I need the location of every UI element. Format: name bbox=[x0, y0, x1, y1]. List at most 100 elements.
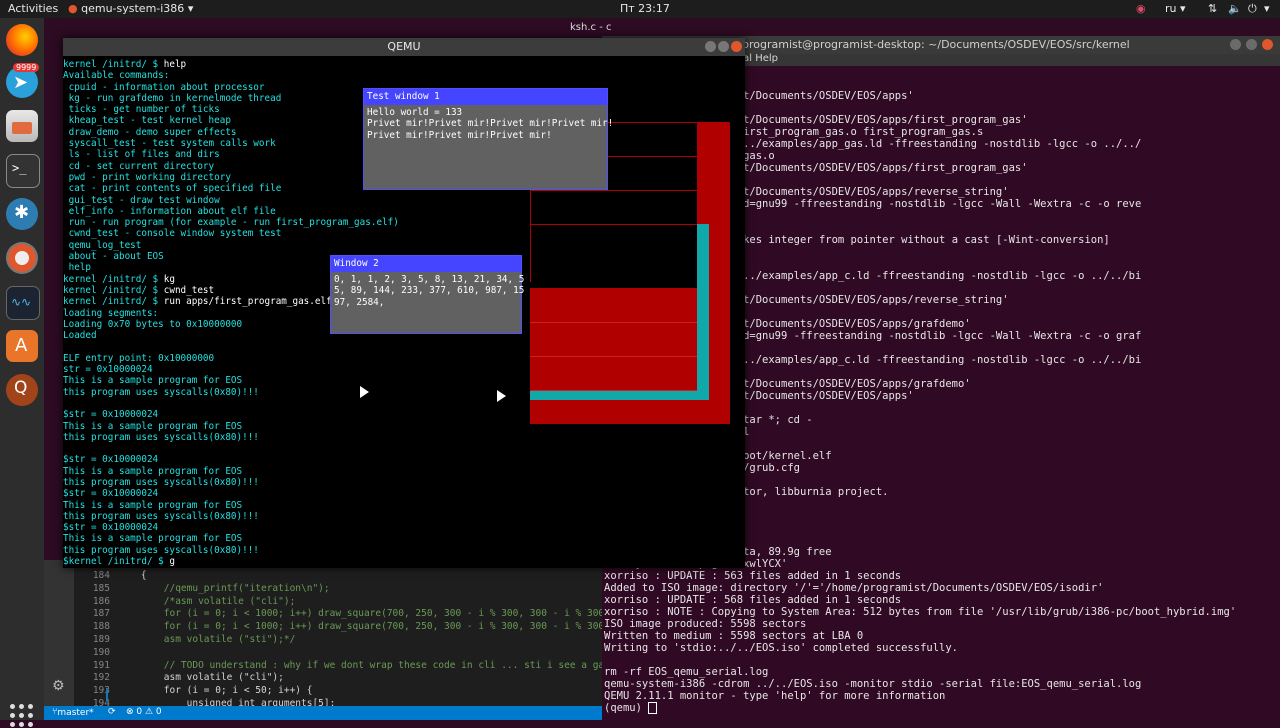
window-2[interactable]: Window 2 0, 1, 1, 2, 3, 5, 8, 13, 21, 34… bbox=[330, 255, 525, 334]
terminal-line: Writing to 'stdio:../../EOS.iso' complet… bbox=[604, 642, 959, 654]
qemu-icon: ● bbox=[68, 2, 78, 15]
power-icon[interactable]: ⏻ bbox=[1248, 2, 1257, 16]
terminal-cursor bbox=[648, 702, 658, 714]
code-text: for (i = 0; i < 1000; i++) draw_square(7… bbox=[118, 608, 602, 620]
editor-code[interactable]: 184 {185 //qemu_printf("iteration\n"); 18… bbox=[88, 570, 602, 711]
window-text-line: 5, 89, 144, 233, 377, 610, 987, 15 bbox=[334, 285, 525, 297]
terminal-line: qemu-system-i386 -cdrom ../../EOS.iso -m… bbox=[604, 678, 1142, 690]
update-icon[interactable]: ◉ bbox=[1136, 2, 1146, 15]
console-line: qemu_log_test bbox=[63, 239, 142, 251]
red-block bbox=[530, 288, 697, 390]
show-applications-icon[interactable] bbox=[10, 704, 34, 728]
maximize-button[interactable] bbox=[1246, 39, 1257, 50]
line-number: 188 bbox=[92, 621, 110, 633]
code-line[interactable]: 185 //qemu_printf("iteration\n"); bbox=[88, 583, 602, 596]
qemu-title: QEMU bbox=[387, 40, 421, 53]
activities-button[interactable]: Activities bbox=[8, 2, 58, 15]
code-line[interactable]: 187 for (i = 0; i < 1000; i++) draw_squa… bbox=[88, 608, 602, 621]
gear-icon[interactable]: ⚙ bbox=[52, 678, 65, 694]
code-line[interactable]: 189 asm volatile ("sti");*/ bbox=[88, 634, 602, 647]
console-line: $kernel /initrd/ $ g bbox=[63, 556, 175, 568]
mouse-cursor-icon bbox=[360, 386, 369, 398]
file-manager-icon[interactable] bbox=[6, 110, 38, 142]
console-line: this program uses syscalls(0x80)!!! bbox=[63, 476, 259, 488]
terminal-line: (qemu) bbox=[604, 702, 1280, 714]
mouse-cursor-icon bbox=[497, 390, 506, 402]
shell-prompt: kernel /initrd/ $ bbox=[63, 284, 164, 296]
console-line: this program uses syscalls(0x80)!!! bbox=[63, 431, 259, 443]
close-button[interactable] bbox=[1262, 39, 1273, 50]
code-text: asm volatile ("cli"); bbox=[118, 672, 284, 684]
app-menu[interactable]: ● qemu-system-i386 ▾ bbox=[68, 2, 193, 15]
line-number: 187 bbox=[92, 608, 110, 620]
maximize-button[interactable] bbox=[718, 41, 729, 52]
console-line: this program uses syscalls(0x80)!!! bbox=[63, 510, 259, 522]
chevron-down-icon[interactable]: ▾ bbox=[1264, 2, 1270, 15]
terminal-icon[interactable]: >_ bbox=[6, 154, 40, 188]
window-title[interactable]: Test window 1 bbox=[364, 89, 607, 105]
qemu-window[interactable]: QEMU kernel /initrd/ $ help Available com… bbox=[63, 38, 745, 568]
clock[interactable]: Пт 23:17 bbox=[620, 2, 670, 15]
shell-prompt: kernel /initrd/ $ bbox=[63, 273, 164, 285]
sync-icon[interactable]: ⟳ bbox=[108, 707, 116, 717]
terminal-line: rm -rf EOS_qemu_serial.log bbox=[604, 666, 769, 678]
window-text-line: 0, 1, 1, 2, 3, 5, 8, 13, 21, 34, 5 bbox=[334, 274, 525, 285]
code-text: { bbox=[118, 570, 147, 581]
monitor-icon[interactable]: ∿∿ bbox=[6, 286, 40, 320]
code-line[interactable]: 190 bbox=[88, 647, 602, 660]
window-text-line: Privet mir!Privet mir!Privet mir! bbox=[367, 129, 552, 141]
qemu-titlebar: QEMU bbox=[63, 38, 745, 56]
terminal-line: xorriso : NOTE : Copying to System Area:… bbox=[604, 606, 1237, 618]
settings-icon[interactable] bbox=[6, 242, 38, 274]
dock: ➤ 9999 >_ ✱ ∿∿ A Q bbox=[0, 18, 44, 727]
line-number: 190 bbox=[92, 646, 110, 658]
console-line: This is a sample program for EOS bbox=[63, 499, 243, 511]
system-icon[interactable]: ✱ bbox=[6, 198, 38, 230]
code-editor[interactable]: ⚙ 184 {185 //qemu_printf("iteration\n");… bbox=[44, 560, 602, 709]
window-text-line: 97, 2584, bbox=[334, 296, 385, 308]
problems-indicator[interactable]: ⊗ 0 ⚠ 0 bbox=[126, 707, 162, 717]
code-line[interactable]: 191 // TODO understand : why if we dont … bbox=[88, 660, 602, 673]
qemu-icon[interactable]: Q bbox=[6, 374, 38, 406]
shell-prompt: kernel /initrd/ $ bbox=[63, 296, 164, 308]
console-line: $str = 0x10000024 bbox=[63, 454, 159, 466]
minimize-button[interactable] bbox=[1230, 39, 1241, 50]
code-line[interactable]: 184 { bbox=[88, 570, 602, 583]
code-line[interactable]: 186 /*asm volatile ("cli"); bbox=[88, 596, 602, 609]
terminal-title: programist@programist-desktop: ~/Documen… bbox=[742, 38, 1130, 51]
code-text: /*asm volatile ("cli"); bbox=[118, 595, 296, 607]
test-window-1[interactable]: Test window 1 Hello world = 133 Privet mi… bbox=[363, 88, 613, 190]
code-line[interactable]: 193 for (i = 0; i < 50; i++) { bbox=[88, 685, 602, 698]
teal-bar bbox=[697, 224, 709, 400]
language-indicator[interactable]: ru ▾ bbox=[1165, 2, 1186, 15]
console-line: this program uses syscalls(0x80)!!! bbox=[63, 544, 259, 556]
code-line[interactable]: 188 for (i = 0; i < 1000; i++) draw_squa… bbox=[88, 621, 602, 634]
firefox-icon[interactable] bbox=[6, 24, 38, 56]
window-title[interactable]: Window 2 bbox=[331, 256, 521, 272]
volume-icon[interactable]: 🔈 bbox=[1228, 2, 1242, 15]
code-text: // TODO understand : why if we dont wrap… bbox=[118, 659, 602, 671]
minimize-button[interactable] bbox=[705, 41, 716, 52]
line-number: 192 bbox=[92, 672, 110, 684]
console-line: cwnd_test - console window system test bbox=[63, 228, 282, 240]
terminal-line: Written to medium : 5598 sectors at LBA … bbox=[604, 630, 864, 642]
console-line: This is a sample program for EOS bbox=[63, 533, 243, 545]
console-line: This is a sample program for EOS bbox=[63, 465, 243, 477]
terminal-line: ISO image produced: 5598 sectors bbox=[604, 618, 807, 630]
shell-prompt: $kernel /initrd/ $ bbox=[63, 556, 170, 568]
top-bar: Activities ● qemu-system-i386 ▾ Пт 23:17… bbox=[0, 0, 1280, 18]
background-window-title: ksh.c - c bbox=[570, 22, 612, 33]
code-line[interactable]: 192 asm volatile ("cli"); bbox=[88, 672, 602, 685]
code-text: for (i = 0; i < 1000; i++) draw_square(7… bbox=[118, 621, 602, 633]
close-button[interactable] bbox=[731, 41, 742, 52]
terminal-line: xorriso : UPDATE : 563 files added in 1 … bbox=[604, 570, 902, 582]
branch-indicator[interactable]: ⑂ master* bbox=[52, 707, 94, 718]
line-number: 186 bbox=[92, 595, 110, 607]
software-store-icon[interactable]: A bbox=[6, 330, 38, 362]
console-line: kernel /initrd/ $ help bbox=[63, 59, 187, 70]
network-icon[interactable]: ⇅ bbox=[1208, 2, 1217, 15]
window-content: 0, 1, 1, 2, 3, 5, 8, 13, 21, 34, 5 5, 89,… bbox=[331, 272, 525, 310]
code-text: asm volatile ("sti");*/ bbox=[118, 633, 296, 645]
